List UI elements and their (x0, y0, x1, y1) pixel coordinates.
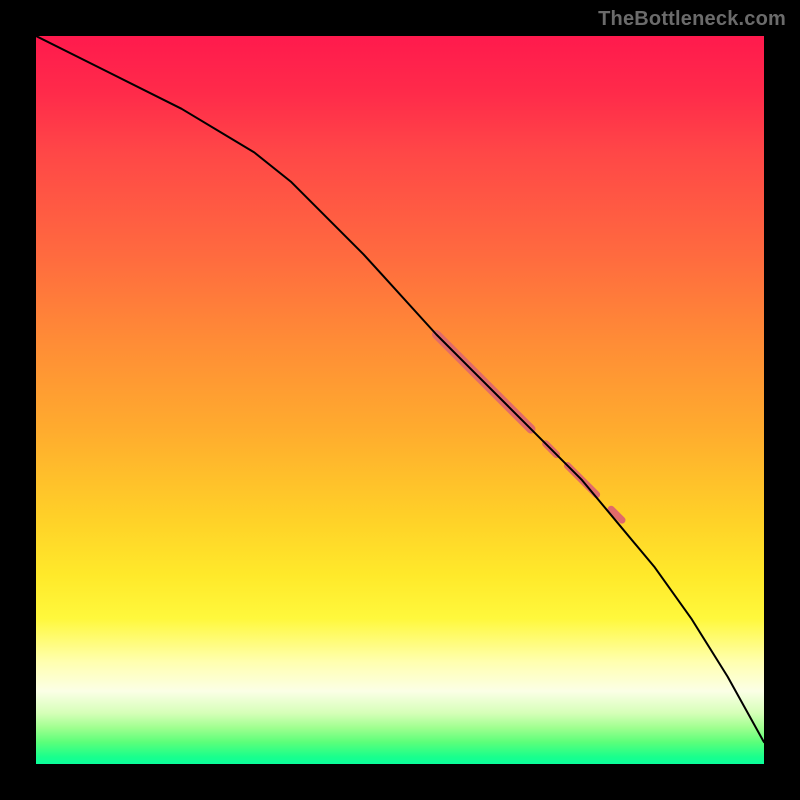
main-curve (36, 36, 764, 742)
plot-area (36, 36, 764, 764)
chart-stage: TheBottleneck.com (0, 0, 800, 800)
chart-overlay (36, 36, 764, 764)
watermark-text: TheBottleneck.com (598, 8, 786, 31)
